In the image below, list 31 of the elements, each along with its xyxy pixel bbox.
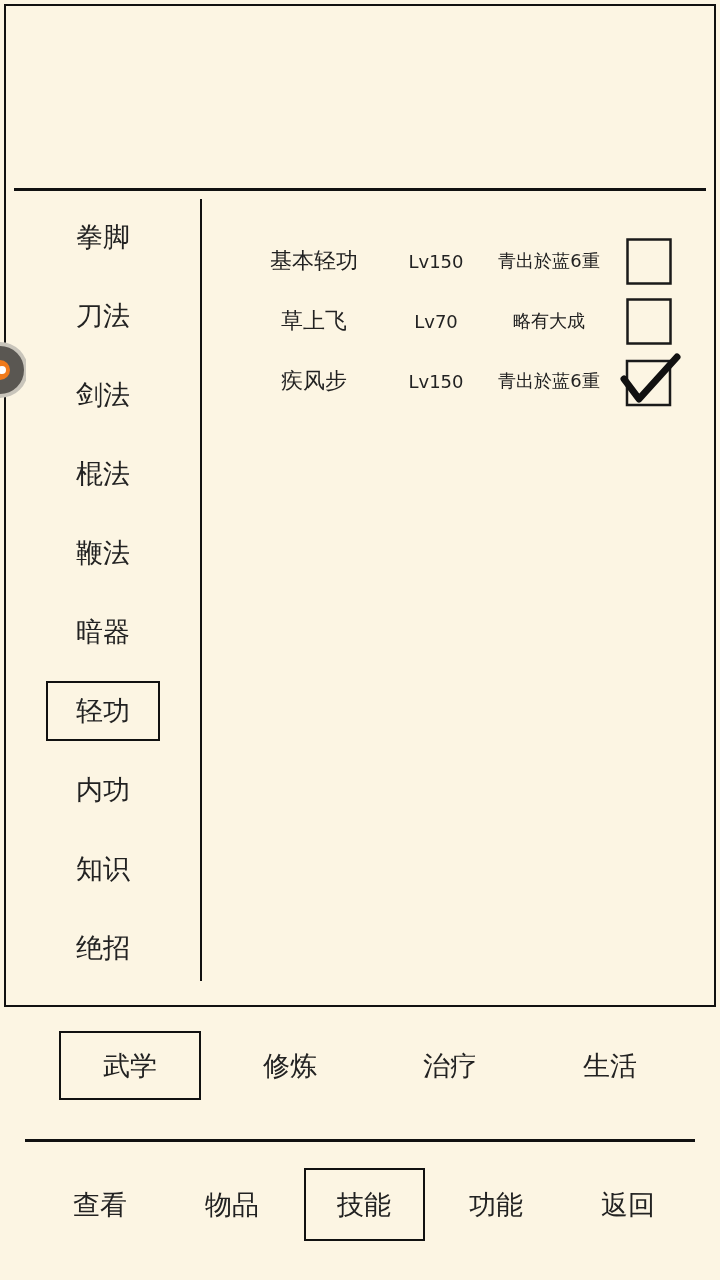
skill-name: 疾风步 (281, 367, 347, 395)
skill-name: 基本轻功 (270, 247, 358, 275)
category-tab[interactable]: 拳脚 (46, 207, 160, 267)
section-tab[interactable]: 武学 (59, 1031, 201, 1100)
category-tab[interactable]: 鞭法 (46, 523, 160, 583)
skill-level: Lv70 (414, 310, 458, 332)
category-tab[interactable]: 知识 (46, 839, 160, 899)
nav-tab[interactable]: 技能 (303, 1168, 425, 1241)
skill-grade: 青出於蓝6重 (498, 369, 600, 393)
skill-level: Lv150 (408, 250, 464, 272)
floating-button-icon[interactable] (0, 341, 26, 399)
nav-tab[interactable]: 物品 (171, 1168, 293, 1241)
skill-grade: 略有大成 (513, 309, 585, 333)
category-tab[interactable]: 暗器 (46, 602, 160, 662)
category-tab[interactable]: 内功 (46, 760, 160, 820)
skill-name: 草上飞 (281, 307, 347, 335)
category-tab[interactable]: 棍法 (46, 444, 160, 504)
skill-level: Lv150 (408, 370, 464, 392)
category-tab[interactable]: 绝招 (46, 918, 160, 978)
category-tab[interactable]: 刀法 (46, 286, 160, 346)
category-tab[interactable]: 轻功 (46, 681, 160, 741)
category-tab[interactable]: 剑法 (46, 365, 160, 425)
section-tab[interactable]: 生活 (539, 1031, 681, 1100)
nav-tab[interactable]: 返回 (567, 1168, 689, 1241)
checkbox[interactable] (626, 297, 672, 345)
nav-tab[interactable]: 查看 (39, 1168, 161, 1241)
section-tab[interactable]: 治疗 (379, 1031, 521, 1100)
checkbox[interactable] (626, 237, 672, 285)
skill-grade: 青出於蓝6重 (498, 249, 600, 273)
section-tab[interactable]: 修炼 (219, 1031, 361, 1100)
nav-tab[interactable]: 功能 (435, 1168, 557, 1241)
